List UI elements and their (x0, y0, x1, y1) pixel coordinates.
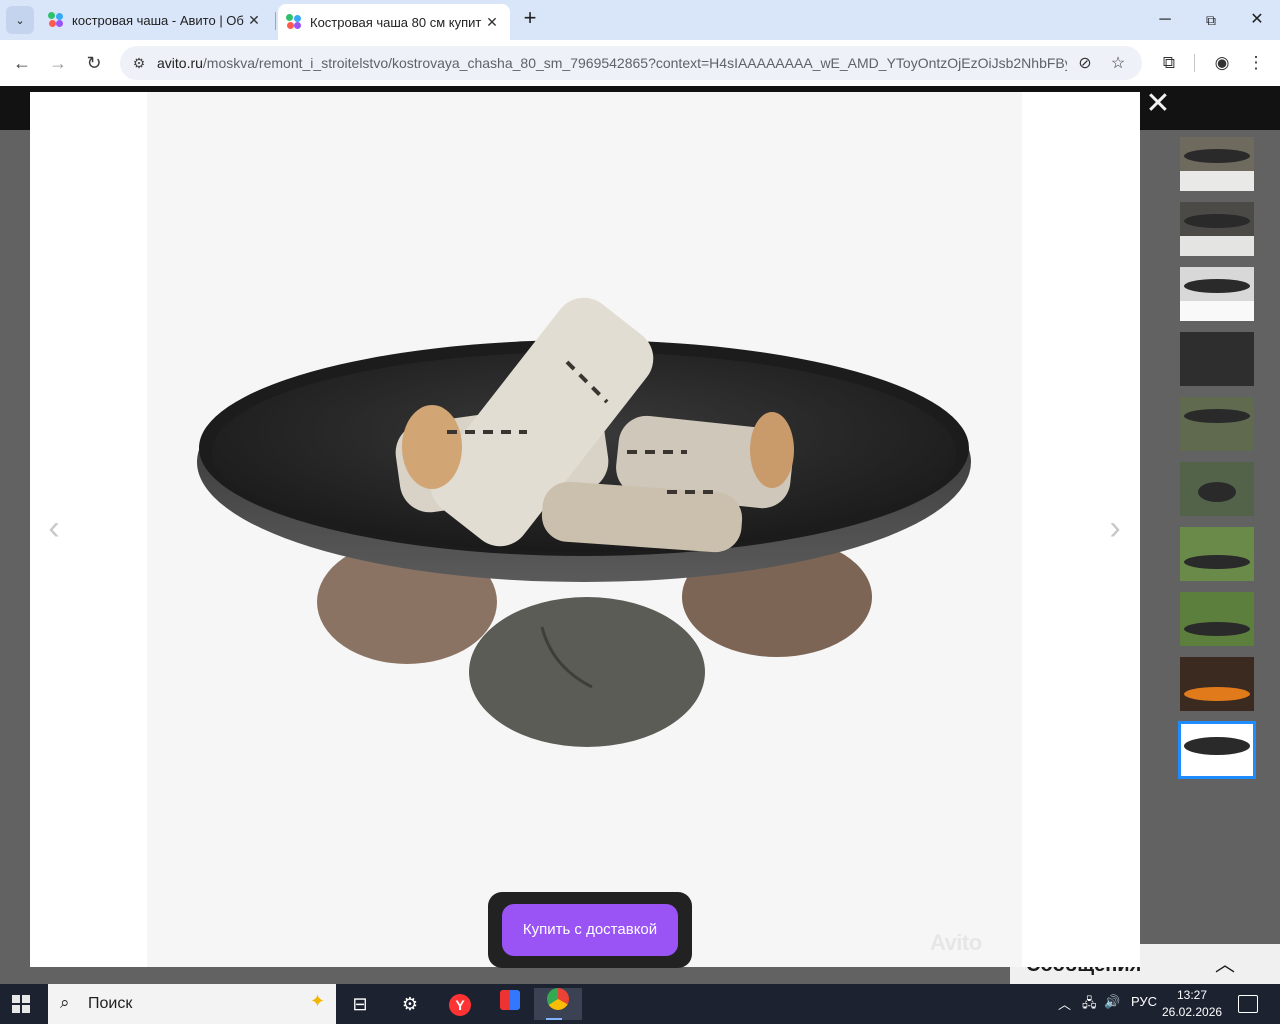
settings-gear-icon[interactable]: ⚙ (390, 988, 430, 1020)
thumbnail[interactable] (1180, 202, 1254, 256)
tab-close-icon[interactable]: ✕ (244, 12, 264, 29)
address-bar[interactable]: ⚙ avito.ru/moskva/remont_i_stroitelstvo/… (120, 46, 1142, 80)
tab-divider (275, 12, 276, 30)
chevron-up-icon[interactable]: ︿ (1215, 948, 1235, 977)
site-settings-icon[interactable]: ⚙ (130, 54, 148, 72)
fire-bowl-image (147, 92, 1022, 967)
avito-watermark: Avito (930, 930, 982, 955)
avito-favicon-icon (286, 14, 302, 30)
forward-arrow-icon[interactable]: → (46, 51, 70, 75)
thumbnail[interactable] (1180, 267, 1254, 321)
thumbnail[interactable] (1180, 332, 1254, 386)
menu-kebab-icon[interactable]: ⋮ (1244, 51, 1268, 75)
thumb-bowl (1184, 737, 1250, 755)
thumb-bowl (1184, 409, 1250, 423)
thumbnail[interactable] (1180, 527, 1254, 581)
windows-taskbar: ⌕ Поиск ✦ ⊟ ⚙ Y ︿ 🖧 🔊 РУС 13:27 26.02.20… (0, 984, 1280, 1024)
thumbnail[interactable] (1180, 657, 1254, 711)
thumbnail[interactable] (1180, 137, 1254, 191)
prev-image-chevron-icon[interactable]: ‹ (42, 510, 66, 546)
next-image-chevron-icon[interactable]: › (1103, 510, 1127, 546)
thumb-bowl (1184, 555, 1250, 569)
tab-search-button[interactable]: ⌄ (6, 6, 34, 34)
url-path: /moskva/remont_i_stroitelstvo/kostrovaya… (202, 55, 1067, 71)
app-grid-icon[interactable] (490, 988, 530, 1020)
tab-search-results[interactable]: костровая чаша - Авито | Объ ✕ (40, 4, 272, 36)
thumbnail[interactable] (1180, 397, 1254, 451)
thumb-caption (1180, 236, 1254, 256)
buy-with-delivery-button[interactable]: Купить с доставкой (502, 904, 678, 956)
task-view-icon[interactable]: ⊟ (340, 988, 380, 1020)
language-indicator[interactable]: РУС (1131, 994, 1157, 1009)
tab-title: Костровая чаша 80 см купить (310, 14, 482, 30)
profile-icon[interactable]: ◉ (1210, 51, 1234, 75)
yandex-browser-icon[interactable]: Y (440, 988, 480, 1020)
thumb-bowl (1184, 687, 1250, 701)
extensions-icon[interactable]: ⧉ (1157, 51, 1181, 75)
notification-icon[interactable] (1238, 995, 1258, 1013)
thumb-caption (1180, 171, 1254, 191)
taskbar-search[interactable]: ⌕ Поиск ✦ (48, 984, 336, 1024)
thumb-caption (1180, 301, 1254, 321)
tab-close-icon[interactable]: ✕ (482, 14, 502, 31)
avito-favicon-icon (48, 12, 64, 28)
gallery-close-icon[interactable]: ✕ (1145, 89, 1171, 119)
thumb-bowl (1198, 482, 1236, 502)
thumb-bowl (1184, 622, 1250, 636)
thumbnail-selected[interactable] (1178, 721, 1256, 779)
thumb-bowl (1184, 214, 1250, 228)
buy-button-container: Купить с доставкой (488, 892, 692, 968)
browser-toolbar: ← → ↻ ⚙ avito.ru/moskva/remont_i_stroite… (0, 40, 1280, 86)
network-icon[interactable]: 🖧 (1082, 994, 1097, 1016)
chrome-icon[interactable] (534, 988, 582, 1020)
tab-product[interactable]: Костровая чаша 80 см купить ✕ (278, 4, 510, 40)
clock-time: 13:27 (1176, 988, 1208, 1002)
back-arrow-icon[interactable]: ← (10, 51, 34, 75)
thumb-bowl (1184, 149, 1250, 163)
close-window-button[interactable]: ✕ (1234, 6, 1280, 34)
tab-strip: ⌄ костровая чаша - Авито | Объ ✕ Костров… (0, 0, 1280, 40)
tab-title: костровая чаша - Авито | Объ (72, 12, 244, 28)
bookmark-star-icon[interactable]: ☆ (1108, 54, 1128, 74)
thumbnail[interactable] (1180, 462, 1254, 516)
tray-chevron-up-icon[interactable]: ︿ (1058, 994, 1071, 1013)
minimize-button[interactable]: ─ (1142, 6, 1188, 34)
product-photo[interactable] (147, 92, 1022, 967)
taskbar-search-label: Поиск (88, 995, 133, 1012)
tracking-protection-icon[interactable]: ⊘ (1075, 54, 1095, 74)
clock-date: 26.02.2026 (1162, 1005, 1223, 1019)
copilot-sparkle-icon: ✦ (310, 991, 326, 1011)
new-tab-button[interactable]: + (518, 7, 542, 31)
search-icon: ⌕ (60, 993, 70, 1012)
gallery-viewer: Avito (30, 92, 1140, 967)
toolbar-divider (1194, 54, 1195, 72)
windows-start-icon[interactable] (12, 995, 30, 1013)
thumbnail[interactable] (1180, 592, 1254, 646)
maximize-button[interactable]: ⧉ (1188, 6, 1234, 34)
clock[interactable]: 13:27 26.02.2026 (1162, 987, 1222, 1021)
volume-icon[interactable]: 🔊 (1104, 994, 1120, 1010)
url-host: avito.ru (157, 55, 203, 71)
url-text[interactable]: avito.ru/moskva/remont_i_stroitelstvo/ko… (157, 55, 1067, 71)
thumb-bowl (1184, 279, 1250, 293)
reload-icon[interactable]: ↻ (82, 51, 106, 75)
